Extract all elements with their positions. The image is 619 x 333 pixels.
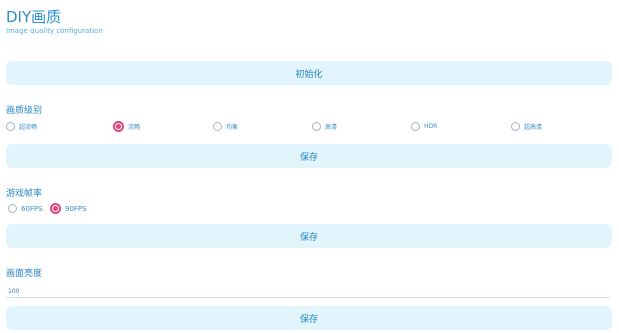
fps-label: 游戏帧率	[6, 189, 43, 199]
quality-option-ultra-hd[interactable]: 超高清	[511, 122, 542, 131]
brightness-save-button[interactable]: 保存	[6, 306, 612, 330]
fps-option-60[interactable]: 60FPS	[8, 204, 43, 213]
brightness-input-underline	[6, 297, 610, 298]
quality-option-label: 超流畅	[19, 124, 38, 131]
fps-option-90[interactable]: 90FPS	[50, 203, 87, 214]
brightness-input[interactable]: 100	[8, 288, 19, 295]
init-button-label: 初始化	[295, 69, 323, 80]
fps-option-label: 60FPS	[21, 204, 43, 213]
quality-option-hdr[interactable]: HDR	[411, 122, 437, 131]
page-title: DIY画质	[6, 8, 62, 26]
quality-option-hd[interactable]: 高清	[312, 122, 337, 131]
quality-option-smooth[interactable]: 流畅	[113, 121, 140, 132]
brightness-save-label: 保存	[299, 314, 318, 325]
quality-option-label: 流畅	[128, 124, 141, 131]
fps-save-label: 保存	[299, 232, 318, 243]
radio-icon	[8, 204, 17, 213]
radio-icon	[213, 122, 222, 131]
radio-icon	[411, 122, 420, 131]
quality-save-label: 保存	[299, 152, 318, 163]
fps-option-label: 90FPS	[65, 204, 87, 213]
quality-label: 画质级别	[6, 106, 43, 116]
quality-option-label: HDR	[424, 123, 438, 130]
quality-option-ultra-smooth[interactable]: 超流畅	[6, 122, 37, 131]
quality-radio-group: 超流畅 流畅 均衡 高清 HDR 超高清	[6, 121, 612, 136]
brightness-label: 画面亮度	[6, 269, 43, 279]
fps-radio-group: 60FPS 90FPS	[6, 203, 206, 218]
radio-selected-icon	[50, 203, 61, 214]
init-button[interactable]: 初始化	[6, 61, 612, 85]
fps-save-button[interactable]: 保存	[6, 224, 612, 248]
quality-option-label: 高清	[325, 124, 338, 131]
quality-option-label: 均衡	[226, 124, 239, 131]
quality-save-button[interactable]: 保存	[6, 144, 612, 168]
radio-selected-icon	[113, 121, 124, 132]
radio-icon	[312, 122, 321, 131]
radio-icon	[6, 122, 15, 131]
page-subtitle: Image quality configuration	[6, 27, 103, 35]
radio-icon	[511, 122, 520, 131]
quality-option-balanced[interactable]: 均衡	[213, 122, 238, 131]
quality-option-label: 超高清	[524, 124, 543, 131]
